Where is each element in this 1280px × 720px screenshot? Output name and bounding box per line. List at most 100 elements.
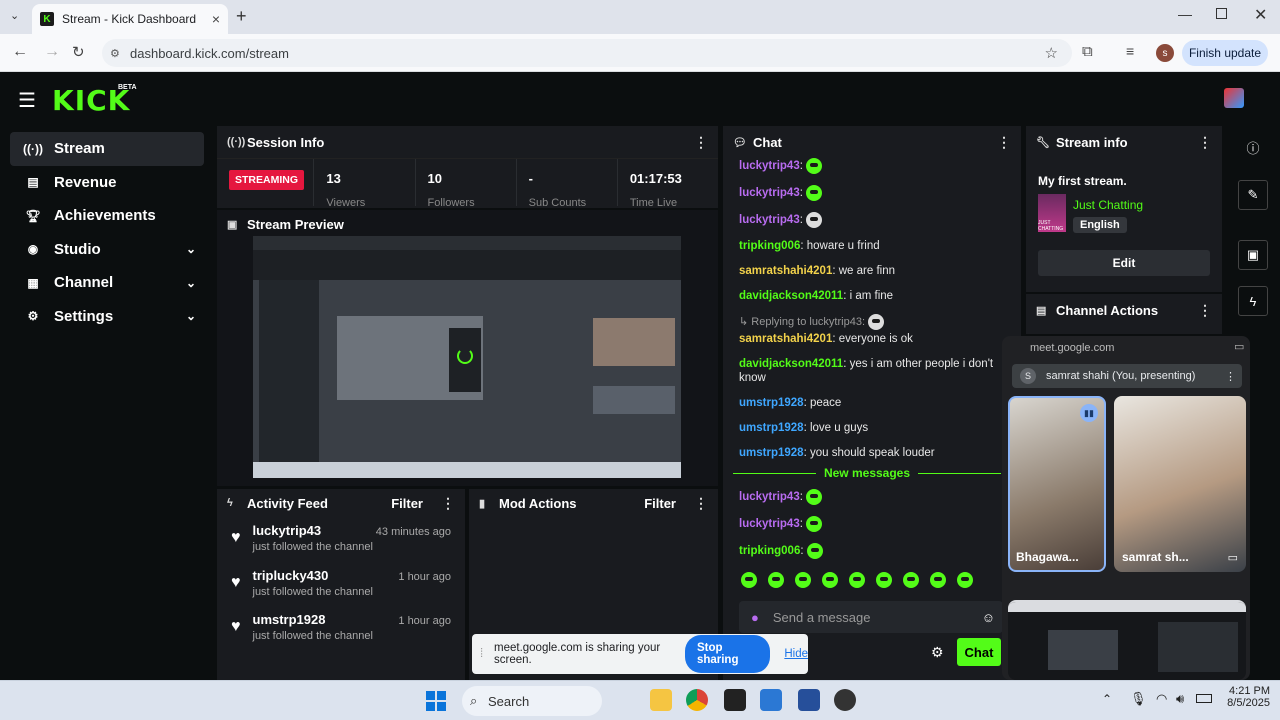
drag-handle-icon[interactable]: ⁞ [480,648,483,660]
emote-icon[interactable] [930,572,946,588]
chat-username[interactable]: davidjackson42011 [739,290,843,302]
emote-icon[interactable] [795,572,811,588]
app-icon[interactable] [760,689,782,711]
emote-icon[interactable] [768,572,784,588]
more-options-icon[interactable]: ⋮ [1198,134,1212,151]
tray-chevron-icon[interactable]: ⌃ [1102,692,1112,706]
category-link[interactable]: Just Chatting [1073,198,1143,212]
reload-icon[interactable]: ↻ [72,43,85,61]
category-thumbnail[interactable]: JUST CHATTING [1038,194,1066,232]
sidebar-item-achievements[interactable]: 🏆︎ Achievements [10,199,204,233]
chat-username[interactable]: luckytrip43 [739,214,800,226]
sidebar-item-stream[interactable]: ((·)) Stream [10,132,204,166]
menu-icon[interactable]: ☰ [18,88,36,113]
chrome-icon[interactable] [686,689,708,711]
info-icon[interactable]: ⓘ [1238,132,1268,162]
chat-settings-icon[interactable]: ⚙ [931,644,944,661]
follower-name[interactable]: luckytrip43 [253,523,373,538]
emote-icon [806,185,823,201]
emote-icon[interactable] [957,572,973,588]
tab-list-button[interactable]: ⌄ [10,9,19,22]
shared-screen-tile[interactable] [1008,600,1246,680]
more-options-icon[interactable]: ⋮ [694,134,708,151]
meet-pip-window[interactable]: meet.google.com ▭ S samrat shahi (You, p… [1002,336,1250,680]
chat-username[interactable]: tripking006 [739,240,800,252]
taskbar-search[interactable]: ⌕ Search [462,686,602,716]
more-options-icon[interactable]: ⋮ [1198,302,1212,319]
browser-tab[interactable]: K Stream - Kick Dashboard × [32,4,228,34]
media-icon[interactable]: ≡ [1126,43,1134,59]
sidebar-item-channel[interactable]: ▦ Channel ⌄ [10,266,204,300]
new-tab-button[interactable]: + [236,6,247,27]
clock[interactable]: 4:21 PM 8/5/2025 [1222,685,1270,709]
mic-tray-icon[interactable]: 🎙︎ [1130,691,1147,707]
sidebar-item-revenue[interactable]: ▤ Revenue [10,166,204,200]
app-icon[interactable] [724,689,746,711]
lightning-toggle-icon[interactable]: ϟ [1238,286,1268,316]
file-explorer-icon[interactable] [650,689,672,711]
panel-title: Channel Actions [1056,302,1159,318]
edit-pencil-icon[interactable]: ✎ [1238,180,1268,210]
forward-icon[interactable]: → [44,43,60,61]
new-messages-divider[interactable]: New messages [733,466,1001,480]
app-icon[interactable] [798,689,820,711]
filter-button[interactable]: Filter [391,496,423,511]
preview-toggle-icon[interactable]: ▣ [1238,240,1268,270]
stream-preview-video[interactable] [253,236,681,478]
chat-username[interactable]: luckytrip43 [739,160,800,172]
follower-name[interactable]: umstrp1928 [253,612,373,627]
minimize-button[interactable]: — [1178,6,1192,22]
chat-send-button[interactable]: Chat [957,638,1001,666]
finish-update-button[interactable]: Finish update [1182,40,1268,66]
chat-username[interactable]: davidjackson42011 [739,358,843,370]
sidebar-item-settings[interactable]: ⚙ Settings ⌄ [10,300,204,334]
profile-avatar[interactable]: s [1156,44,1174,62]
emote-icon[interactable] [903,572,919,588]
more-options-icon[interactable]: ⋮ [694,495,708,512]
windows-start-icon[interactable] [426,691,446,711]
app-icon[interactable] [834,689,856,711]
filter-button[interactable]: Filter [644,496,676,511]
emote-icon[interactable] [741,572,757,588]
chat-username[interactable]: luckytrip43 [739,518,800,530]
back-icon[interactable]: ← [12,43,28,61]
close-tab-icon[interactable]: × [212,11,220,27]
wifi-icon[interactable]: ◠ [1156,691,1167,707]
battery-icon[interactable] [1196,694,1212,703]
microphone-icon[interactable]: ● [751,610,759,625]
emoji-icon[interactable]: ☺ [982,610,995,625]
stop-sharing-button[interactable]: Stop sharing [684,635,771,673]
close-window-button[interactable]: ✕ [1254,5,1267,25]
participant-tile[interactable]: samrat sh... ▭ [1114,396,1246,572]
follower-name[interactable]: triplucky430 [253,568,373,583]
sidebar-item-studio[interactable]: ◉ Studio ⌄ [10,233,204,267]
more-options-icon[interactable]: ⋮ [997,134,1011,151]
chat-username[interactable]: samratshahi4201 [739,265,832,277]
chat-username[interactable]: luckytrip43 [739,187,800,199]
edit-button[interactable]: Edit [1038,250,1210,276]
emote-icon[interactable] [876,572,892,588]
followers-label: Followers [427,197,475,206]
chat-messages-new: luckytrip43: luckytrip43: tripking006: [739,489,1005,570]
emote-icon[interactable] [822,572,838,588]
more-options-icon[interactable]: ⋮ [441,495,455,512]
chat-username[interactable]: umstrp1928 [739,397,804,409]
maximize-button[interactable] [1216,8,1227,19]
site-info-icon[interactable]: ⚙ [110,47,120,60]
meet-more-icon[interactable]: ⋮ [1225,370,1236,383]
chat-username[interactable]: tripking006 [739,545,800,557]
chat-username[interactable]: umstrp1928 [739,447,804,459]
meet-open-icon[interactable]: ▭ [1234,340,1244,353]
participant-tile[interactable]: ▮▮ Bhagawa... [1008,396,1106,572]
address-bar[interactable]: ⚙ dashboard.kick.com/stream ☆ [102,39,1072,67]
emote-icon[interactable] [849,572,865,588]
hide-button[interactable]: Hide [784,648,808,660]
user-avatar[interactable] [1224,88,1244,108]
bookmark-star-icon[interactable]: ☆ [1045,44,1058,62]
chat-username[interactable]: luckytrip43 [739,491,800,503]
chat-username[interactable]: samratshahi4201 [739,333,832,345]
volume-icon[interactable]: 🔊︎ [1176,691,1184,707]
extensions-icon[interactable]: ⧉ [1082,43,1093,60]
chat-username[interactable]: umstrp1928 [739,422,804,434]
chat-input[interactable]: ● Send a message ☺ [739,601,1003,633]
